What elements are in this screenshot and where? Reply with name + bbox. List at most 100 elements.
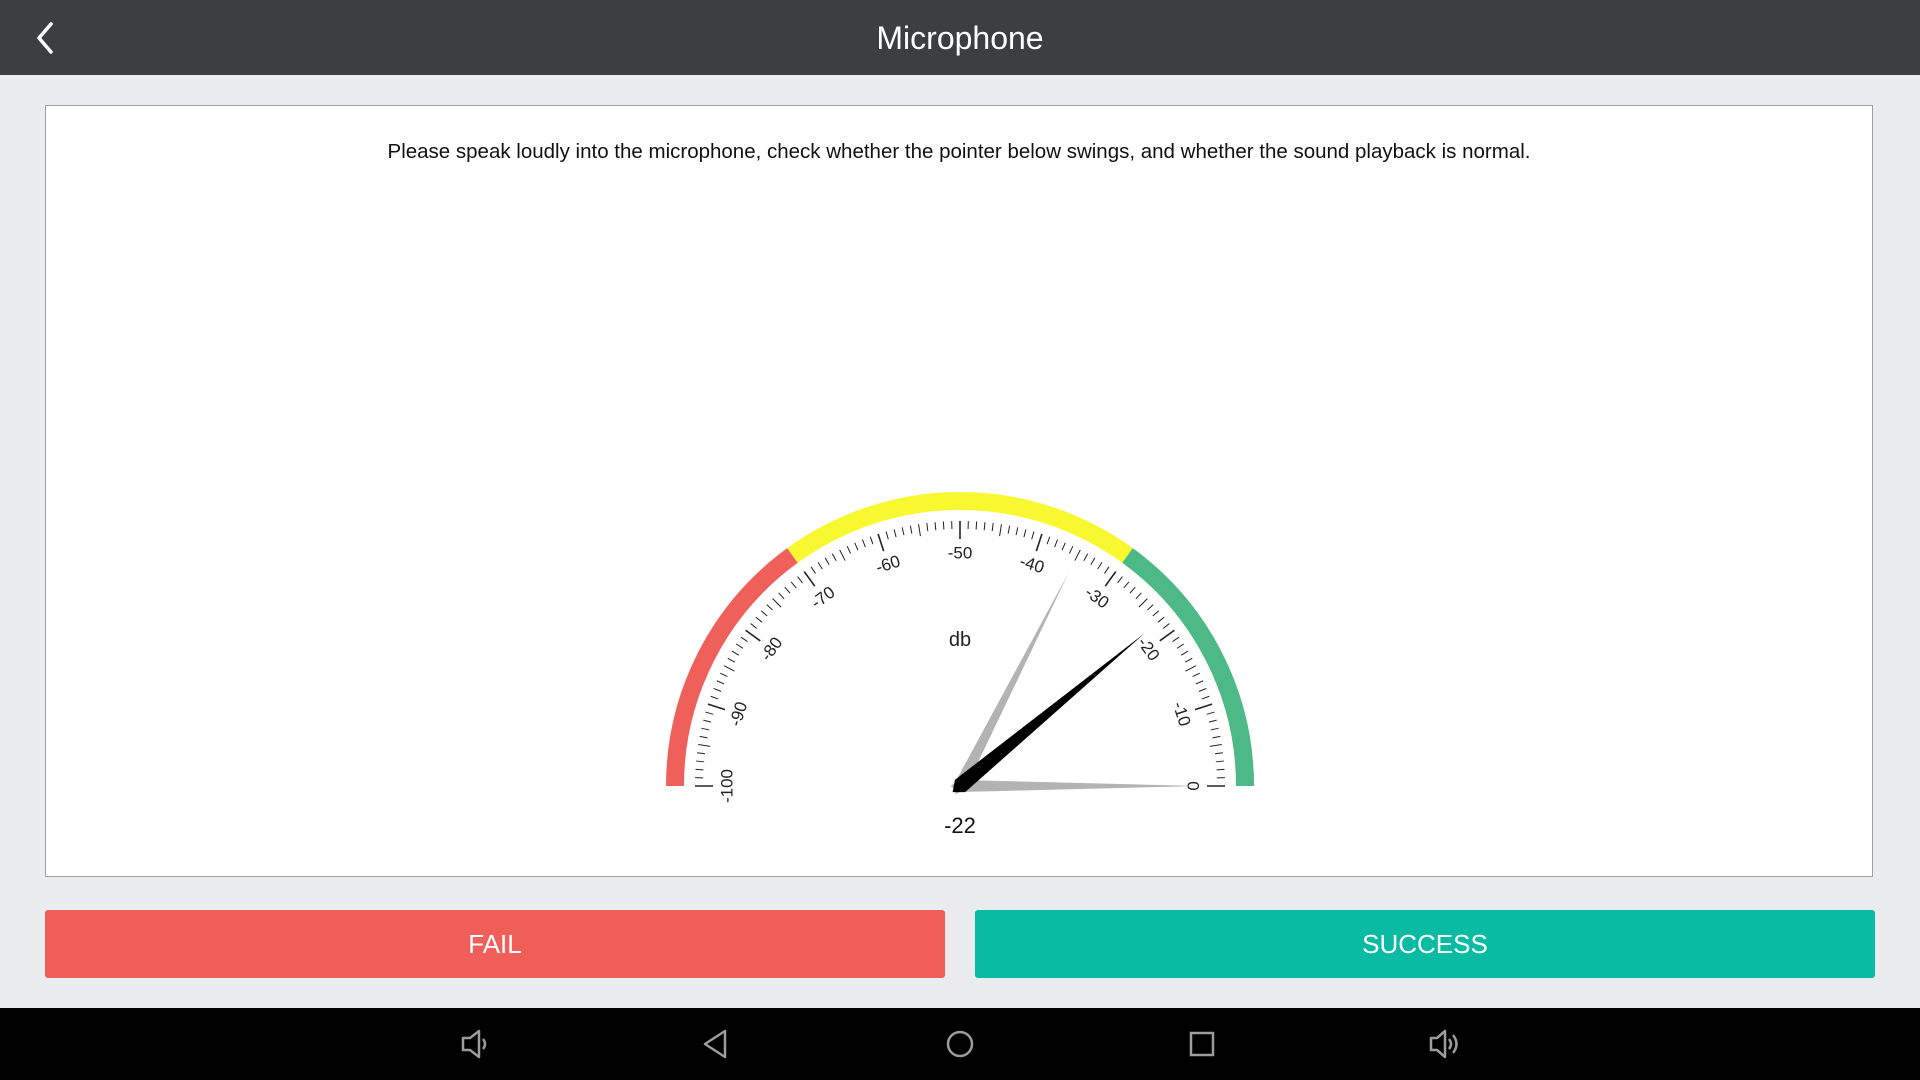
gauge-tick <box>707 703 726 711</box>
test-panel: Please speak loudly into the microphone,… <box>45 105 1873 877</box>
gauge-tick <box>1104 571 1117 587</box>
gauge-tick <box>1046 536 1051 545</box>
volume-up-icon[interactable] <box>1427 1026 1463 1062</box>
gauge-tick <box>713 687 722 692</box>
back-icon[interactable] <box>699 1026 735 1062</box>
gauge-tick <box>772 598 782 608</box>
gauge-tick <box>1129 586 1136 594</box>
gauge-tick <box>760 610 768 617</box>
gauge-tick <box>695 768 704 771</box>
gauge-tick-label: -100 <box>718 769 737 803</box>
gauge-tick <box>810 566 816 574</box>
gauge-tick <box>1206 711 1215 715</box>
gauge-tick <box>1104 566 1110 574</box>
gauge-tick <box>803 571 816 587</box>
gauge-tick <box>893 529 897 538</box>
recents-icon[interactable] <box>1184 1026 1220 1062</box>
gauge-tick <box>1208 719 1217 723</box>
gauge-tick <box>1023 529 1027 538</box>
gauge-tick <box>854 542 859 551</box>
gauge-tick <box>797 576 803 584</box>
gauge-tick <box>1209 744 1222 747</box>
gauge-tick <box>817 561 823 570</box>
gauge-tick <box>1159 629 1175 642</box>
gauge-tick <box>710 695 719 700</box>
gauge-tick <box>1123 581 1130 589</box>
app-bar: Microphone <box>0 0 1920 75</box>
gauge-needle <box>952 633 1145 793</box>
gauge-tick <box>824 557 830 566</box>
gauge-tick <box>784 586 791 594</box>
gauge-tick <box>1184 657 1193 663</box>
gauge-peak-needle <box>954 572 1069 795</box>
gauge-tick <box>1180 650 1189 656</box>
gauge-tick <box>1061 542 1066 551</box>
gauge-tick <box>731 650 740 656</box>
gauge-min-needle <box>950 780 1200 792</box>
gauge-tick <box>1215 760 1224 763</box>
gauge-tick <box>720 672 728 678</box>
gauge-tick <box>1083 553 1089 562</box>
gauge-tick <box>778 592 785 599</box>
gauge-tick <box>735 643 744 649</box>
gauge-tick <box>697 752 706 755</box>
success-button[interactable]: SUCCESS <box>975 910 1875 978</box>
gauge-tick <box>1015 527 1019 536</box>
gauge-tick <box>705 711 714 715</box>
home-icon[interactable] <box>942 1026 978 1062</box>
gauge-tick-label: -70 <box>808 583 839 613</box>
gauge-tick <box>1201 695 1210 700</box>
gauge-tick <box>745 629 761 642</box>
gauge-tick <box>877 533 885 552</box>
gauge-tick <box>942 521 945 530</box>
gauge-tick-label: -20 <box>1134 634 1164 665</box>
gauge-tick <box>723 665 735 672</box>
db-gauge: -100-90-80-70-60-50-40-30-20-100db-22 <box>666 492 1254 838</box>
gauge-tick <box>1135 592 1142 599</box>
gauge-tick <box>699 735 708 739</box>
gauge-tick <box>1195 680 1204 685</box>
gauge-tick <box>901 527 905 536</box>
gauge-tick <box>1097 561 1103 570</box>
gauge-tick <box>701 727 710 731</box>
gauge-tick <box>1192 672 1200 678</box>
gauge-tick <box>1138 598 1148 608</box>
system-nav-bar <box>0 1008 1920 1080</box>
gauge-value: -22 <box>944 813 976 838</box>
gauge-tick <box>991 523 994 532</box>
gauge-tick <box>926 523 929 532</box>
gauge-tick <box>1216 768 1225 771</box>
gauge-tick <box>846 546 852 554</box>
gauge-tick <box>698 744 711 747</box>
gauge-tick <box>1035 533 1043 552</box>
gauge-tick-label: -10 <box>1169 699 1195 728</box>
gauge-tick <box>918 524 921 537</box>
gauge-tick <box>1212 735 1221 739</box>
gauge-tick-label: -90 <box>726 699 752 728</box>
gauge-tick <box>696 760 705 763</box>
gauge-tick <box>727 657 736 663</box>
gauge-tick <box>750 623 758 629</box>
gauge-tick <box>1214 752 1223 755</box>
page-title: Microphone <box>876 20 1044 56</box>
gauge-tick <box>1090 557 1096 566</box>
gauge-tick <box>1185 665 1197 672</box>
gauge-tick <box>934 522 937 531</box>
gauge-tick <box>790 581 797 589</box>
gauge-tick <box>1152 610 1160 617</box>
gauge-tick <box>1176 643 1185 649</box>
gauge-tick <box>1172 636 1180 642</box>
gauge-tick <box>1198 687 1207 692</box>
gauge-tick <box>1117 576 1123 584</box>
fail-button[interactable]: FAIL <box>45 910 945 978</box>
gauge-tick <box>1074 549 1081 561</box>
gauge-unit-label: db <box>949 629 971 651</box>
gauge-tick-label: -60 <box>873 552 902 578</box>
gauge-tick <box>1210 727 1219 731</box>
gauge-tick <box>1007 525 1011 534</box>
gauge-tick <box>909 525 913 534</box>
gauge-tick <box>861 539 866 548</box>
volume-down-icon[interactable] <box>457 1026 493 1062</box>
gauge-tick <box>1031 531 1035 540</box>
gauge-tick <box>975 521 978 530</box>
